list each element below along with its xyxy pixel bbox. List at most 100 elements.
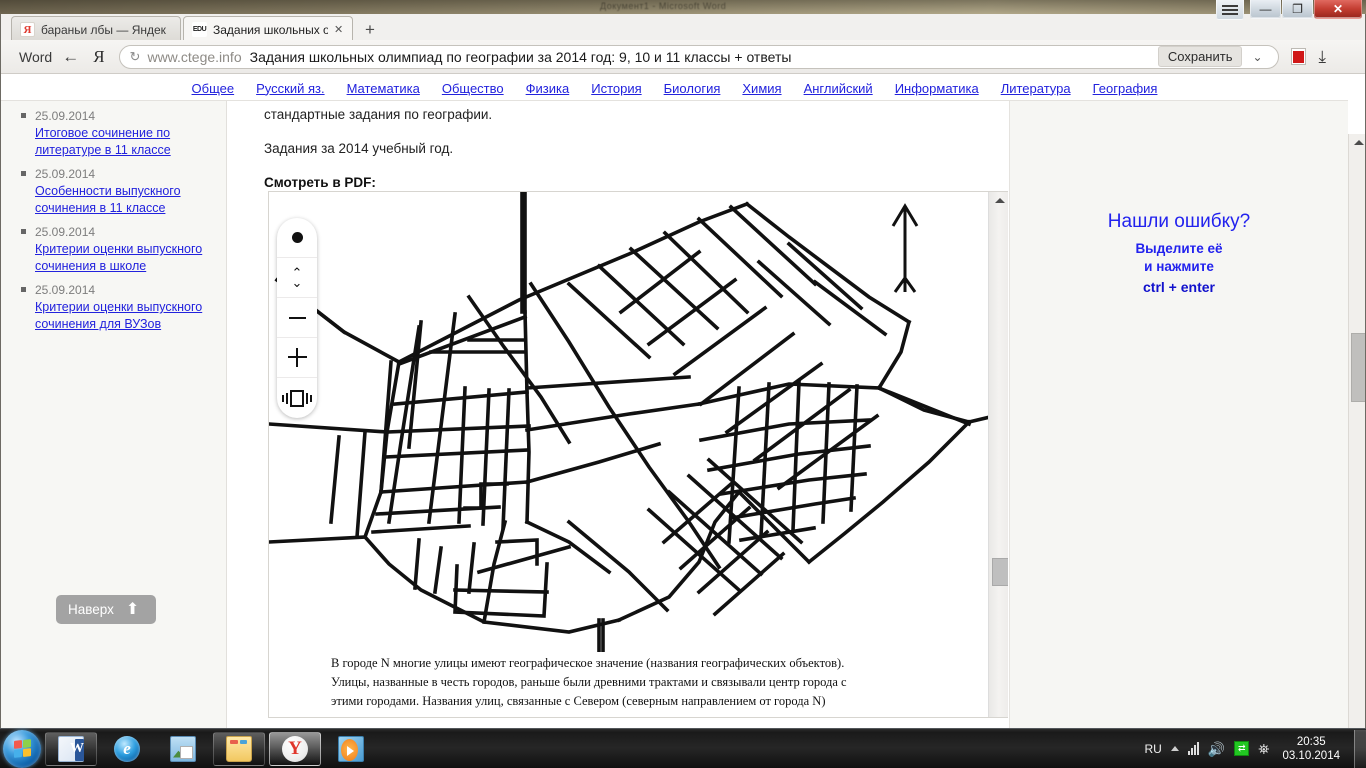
start-button[interactable]: [3, 729, 41, 768]
tab-yandex-search[interactable]: Я бараньи лбы — Яндек: [11, 16, 181, 42]
maximize-button[interactable]: ❐: [1282, 0, 1313, 19]
report-error-shortcut: ctrl + enter: [1143, 279, 1215, 295]
edu-favicon-icon: EDU: [192, 22, 207, 37]
word-icon: W: [58, 735, 84, 762]
internet-explorer-icon: e: [114, 735, 140, 762]
omnibox-actions: Сохранить ⌄: [1157, 46, 1274, 67]
page-scrollbar-thumb[interactable]: [1351, 333, 1365, 402]
tab-ctege-olympiad[interactable]: EDU Задания школьных о.. ✕: [183, 16, 353, 42]
list-item-date: 25.09.2014: [35, 283, 96, 297]
nav-link-obshchestvo[interactable]: Общество: [442, 81, 504, 96]
taskbar-photo-viewer[interactable]: [157, 732, 209, 766]
url-page-title: Задания школьных олимпиад по географии з…: [249, 48, 792, 65]
nav-link-geografiya[interactable]: География: [1093, 81, 1158, 96]
taskbar-word[interactable]: W: [45, 731, 97, 766]
pdf-scrollbar[interactable]: [988, 192, 1008, 717]
yandex-favicon-icon: Я: [20, 22, 35, 37]
report-error-title: Нашли ошибку?: [1107, 211, 1251, 232]
yandex-home-icon[interactable]: Я: [93, 47, 104, 67]
site-navigation: Общее Русский яз. Математика Общество Фи…: [1, 74, 1348, 101]
zoom-out-button[interactable]: [277, 298, 317, 338]
language-indicator[interactable]: RU: [1144, 742, 1161, 756]
list-item-link[interactable]: Итоговое сочинение по литературе в 11 кл…: [35, 125, 216, 159]
windows-taskbar: W e Y RU 🔊 ⇄ ⛯ 20:35 03.10.2014: [0, 728, 1366, 768]
tab-strip: Я бараньи лбы — Яндек EDU Задания школьн…: [1, 14, 1365, 42]
nav-link-angliyskiy[interactable]: Английский: [804, 81, 873, 96]
city-street-map: [269, 192, 990, 652]
taskbar-explorer[interactable]: [213, 731, 265, 766]
scroll-to-top-label: Наверх: [68, 602, 114, 617]
nav-link-obshchee[interactable]: Общее: [192, 81, 235, 96]
chevron-down-icon[interactable]: ⌄: [1242, 50, 1271, 64]
taskbar-yandex-browser[interactable]: Y: [269, 731, 321, 766]
scroll-to-top-button[interactable]: Наверх ⬆: [56, 595, 156, 624]
taskbar-media-player[interactable]: [325, 732, 377, 766]
list-bullet-icon: [21, 229, 26, 234]
list-item[interactable]: 25.09.2014 Особенности выпускного сочине…: [11, 165, 216, 217]
back-arrow-icon[interactable]: ←: [62, 47, 79, 67]
list-bullet-icon: [21, 171, 26, 176]
show-desktop-button[interactable]: [1354, 729, 1366, 768]
zoom-in-button[interactable]: [277, 338, 317, 378]
list-item[interactable]: 25.09.2014 Итоговое сочинение по литерат…: [11, 107, 216, 159]
clock[interactable]: 20:35 03.10.2014: [1282, 735, 1340, 763]
network-icon[interactable]: ⇄: [1234, 741, 1250, 756]
page-updown-button[interactable]: ⌃ ⌄: [277, 258, 317, 298]
list-item-date: 25.09.2014: [35, 225, 96, 239]
list-item-link[interactable]: Критерии оценки выпускного сочинения в ш…: [35, 241, 216, 275]
fit-page-button[interactable]: [277, 378, 317, 418]
pdf-indicator-icon[interactable]: [1290, 48, 1306, 65]
clock-date: 03.10.2014: [1282, 749, 1340, 762]
show-hidden-icons-icon[interactable]: [1170, 746, 1179, 751]
list-item[interactable]: 25.09.2014 Критерии оценки выпускного со…: [11, 281, 216, 333]
minimize-button[interactable]: —: [1250, 0, 1281, 19]
pdf-embed-viewer[interactable]: ⌃ ⌄ В городе N многие улицы имеют географ…: [268, 191, 1008, 718]
pdf-scrollbar-thumb[interactable]: [992, 558, 1008, 586]
web-page: Общее Русский яз. Математика Общество Фи…: [1, 74, 1365, 728]
site-body: сочинения в 2015 году 25.09.2014 Итогово…: [1, 101, 1348, 728]
nav-link-istoriya[interactable]: История: [591, 81, 641, 96]
download-icon[interactable]: ⤓: [1319, 47, 1327, 67]
right-sidebar: Нашли ошибку? Выделите её и нажмите ctrl…: [1009, 101, 1348, 728]
article-paragraph: стандартные задания по географии.: [264, 107, 493, 122]
scroll-up-arrow-icon[interactable]: [1354, 140, 1364, 145]
chevron-down-icon: ⌄: [291, 275, 303, 290]
action-center-icon[interactable]: ⛯: [1258, 742, 1269, 756]
list-item-link[interactable]: Особенности выпускного сочинения в 11 кл…: [35, 183, 216, 217]
browser-window: Я бараньи лбы — Яндек EDU Задания школьн…: [0, 14, 1366, 728]
nav-link-himiya[interactable]: Химия: [742, 81, 781, 96]
scroll-up-arrow-icon[interactable]: [995, 198, 1005, 203]
address-bar[interactable]: ↻ www.ctege.info Задания школьных олимпи…: [118, 44, 1279, 69]
yandex-browser-icon: Y: [282, 735, 308, 762]
word-shortcut-label[interactable]: Word: [19, 49, 52, 65]
nav-link-biologiya[interactable]: Биология: [664, 81, 721, 96]
list-item-link[interactable]: Критерии оценки выпускного сочинения для…: [35, 299, 216, 333]
windows-logo-icon: [13, 739, 31, 758]
page-scrollbar[interactable]: [1348, 134, 1365, 728]
pan-dot-button[interactable]: [277, 218, 317, 258]
nav-link-matematika[interactable]: Математика: [347, 81, 420, 96]
list-bullet-icon: [21, 287, 26, 292]
report-error-widget[interactable]: Нашли ошибку? Выделите её и нажмите ctrl…: [1010, 211, 1348, 295]
nav-link-literatura[interactable]: Литература: [1001, 81, 1071, 96]
report-error-line1: Выделите её: [1135, 241, 1223, 256]
signal-bars-icon[interactable]: [1187, 742, 1199, 755]
sidebar-recent-articles: сочинения в 2015 году 25.09.2014 Итогово…: [1, 101, 227, 728]
nav-link-fizika[interactable]: Физика: [526, 81, 570, 96]
taskbar-internet-explorer[interactable]: e: [101, 732, 153, 766]
list-item-date: 25.09.2014: [35, 109, 96, 123]
article-content: стандартные задания по географии. Задани…: [228, 101, 1008, 728]
tab-close-icon[interactable]: ✕: [334, 23, 344, 36]
word-window-title: Документ1 - Microsoft Word: [600, 1, 727, 11]
list-item[interactable]: 25.09.2014 Критерии оценки выпускного со…: [11, 223, 216, 275]
pdf-caption-line: этими городами. Названия улиц, связанные…: [331, 694, 826, 708]
window-menu-button[interactable]: [1216, 0, 1244, 20]
new-tab-button[interactable]: +: [359, 19, 381, 41]
nav-link-russkiy[interactable]: Русский яз.: [256, 81, 324, 96]
reload-icon[interactable]: ↻: [130, 49, 141, 65]
save-button[interactable]: Сохранить: [1157, 46, 1243, 67]
window-controls: — ❐ ✕: [1249, 0, 1362, 22]
volume-icon[interactable]: 🔊: [1208, 742, 1225, 756]
nav-link-informatika[interactable]: Информатика: [895, 81, 979, 96]
close-button[interactable]: ✕: [1314, 0, 1362, 19]
